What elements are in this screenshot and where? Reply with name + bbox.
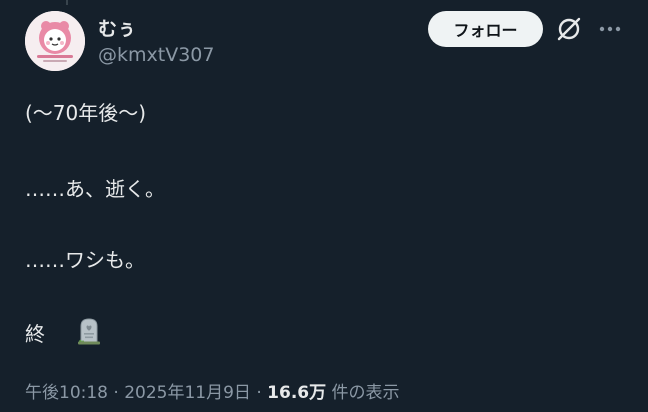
views-label: 件の表示 — [331, 383, 400, 403]
tweet-meta: 午後10:18 · 2025年11月9日 · 16.6万 件の表示 — [25, 378, 400, 403]
headstone-icon — [74, 316, 104, 346]
display-name[interactable]: むぅ — [98, 14, 136, 41]
grok-icon[interactable] — [556, 16, 582, 42]
tweet-text-line: ……ワシも。 — [25, 248, 145, 272]
avatar[interactable] — [25, 11, 85, 71]
user-handle[interactable]: @kmxtV307 — [98, 44, 214, 66]
more-icon[interactable] — [598, 19, 622, 39]
tweet-text-line: 終 — [25, 322, 45, 346]
tweet-text-line: ……あ、逝く。 — [25, 177, 165, 201]
views-count[interactable]: 16.6万 — [267, 383, 326, 403]
tweet-date[interactable]: 2025年11月9日 — [124, 383, 251, 403]
meta-separator: · — [256, 383, 262, 403]
thread-connector — [66, 0, 68, 5]
avatar-image — [25, 11, 85, 71]
meta-separator: · — [113, 383, 119, 403]
follow-button[interactable]: フォロー — [428, 11, 543, 47]
tweet-time[interactable]: 午後10:18 — [25, 383, 108, 403]
tweet-text-line: (〜70年後〜) — [25, 101, 147, 125]
